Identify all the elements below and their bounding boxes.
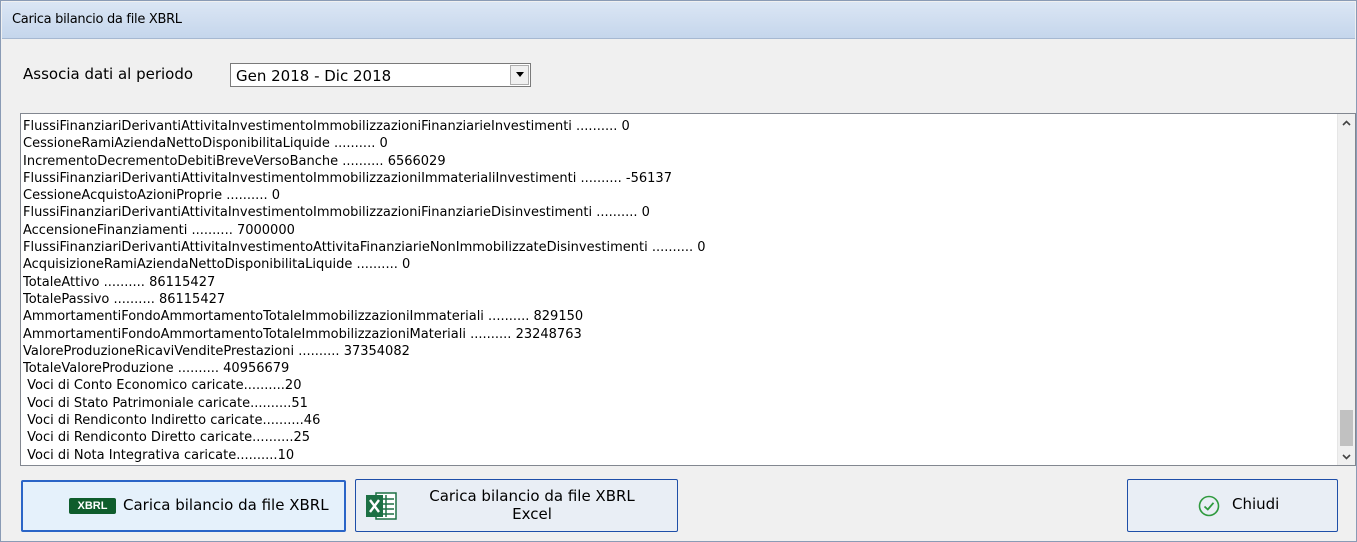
dialog-window: Carica bilancio da file XBRL Associa dat… xyxy=(0,0,1357,542)
dropdown-arrow-button[interactable] xyxy=(510,65,529,85)
log-line: AccensioneFinanziamenti .......... 70000… xyxy=(23,222,295,238)
log-line: CessioneAcquistoAzioniProprie ..........… xyxy=(23,188,280,204)
load-xbrl-excel-label: Carica bilancio da file XBRL Excel xyxy=(412,487,652,523)
load-xbrl-label: Carica bilancio da file XBRL xyxy=(123,496,329,514)
chevron-down-icon xyxy=(1342,453,1351,460)
log-line: FlussiFinanziariDerivantiAttivitaInvesti… xyxy=(23,240,706,256)
log-line: Voci di Nota Integrativa caricate.......… xyxy=(23,447,295,463)
scroll-down-button[interactable] xyxy=(1338,448,1355,465)
log-line: AcquisizioneRamiAziendaNettoDisponibilit… xyxy=(23,257,411,273)
window-title: Carica bilancio da file XBRL xyxy=(12,12,182,27)
log-line: Voci di Conto Economico caricate........… xyxy=(23,378,302,394)
close-button[interactable]: Chiudi xyxy=(1127,479,1338,532)
check-circle-icon xyxy=(1198,495,1220,517)
log-line: TotalePassivo .......... 86115427 xyxy=(23,291,226,307)
log-line: FlussiFinanziariDerivantiAttivitaInvesti… xyxy=(23,170,672,186)
import-log-textbox[interactable]: FlussiFinanziariDerivantiAttivitaInvesti… xyxy=(20,113,1356,466)
log-line: IncrementoDecrementoDebitiBreveVersoBanc… xyxy=(23,153,446,169)
period-label: Associa dati al periodo xyxy=(23,65,194,83)
log-line: FlussiFinanziariDerivantiAttivitaInvesti… xyxy=(23,205,650,221)
log-line: TotaleValoreProduzione .......... 409566… xyxy=(23,361,290,377)
period-dropdown[interactable]: Gen 2018 - Dic 2018 xyxy=(230,63,531,87)
close-label: Chiudi xyxy=(1232,495,1280,513)
xbrl-icon: XBRL xyxy=(69,498,116,514)
load-xbrl-excel-label-line1: Carica bilancio da file XBRL xyxy=(429,487,635,505)
chevron-up-icon xyxy=(1342,119,1351,126)
excel-icon xyxy=(366,492,397,520)
log-line: CessioneRamiAziendaNettoDisponibilitaLiq… xyxy=(23,136,388,152)
log-line: TotaleAttivo .......... 86115427 xyxy=(23,274,216,290)
log-line: Voci di Rendiconto Diretto caricate.....… xyxy=(23,430,311,446)
title-bar[interactable]: Carica bilancio da file XBRL xyxy=(2,2,1355,39)
chevron-down-icon xyxy=(516,72,524,77)
log-line: FlussiFinanziariDerivantiAttivitaInvesti… xyxy=(23,119,630,134)
load-xbrl-excel-label-line2: Excel xyxy=(512,505,552,523)
log-line: AmmortamentiFondoAmmortamentoTotaleImmob… xyxy=(23,326,582,342)
period-selected-value: Gen 2018 - Dic 2018 xyxy=(236,67,392,85)
load-xbrl-button[interactable]: XBRL Carica bilancio da file XBRL xyxy=(21,480,346,532)
log-line: AmmortamentiFondoAmmortamentoTotaleImmob… xyxy=(23,309,584,325)
scroll-up-button[interactable] xyxy=(1338,114,1355,131)
log-line: Voci di Stato Patrimoniale caricate.....… xyxy=(23,395,308,411)
vertical-scrollbar[interactable] xyxy=(1337,114,1355,465)
import-log-lines: FlussiFinanziariDerivantiAttivitaInvesti… xyxy=(23,118,1318,463)
log-line: ValoreProduzioneRicaviVenditePrestazioni… xyxy=(23,343,410,359)
load-xbrl-excel-button[interactable]: Carica bilancio da file XBRL Excel xyxy=(355,479,678,532)
log-line: Voci di Rendiconto Indiretto caricate...… xyxy=(23,413,321,429)
scroll-thumb[interactable] xyxy=(1340,410,1353,446)
